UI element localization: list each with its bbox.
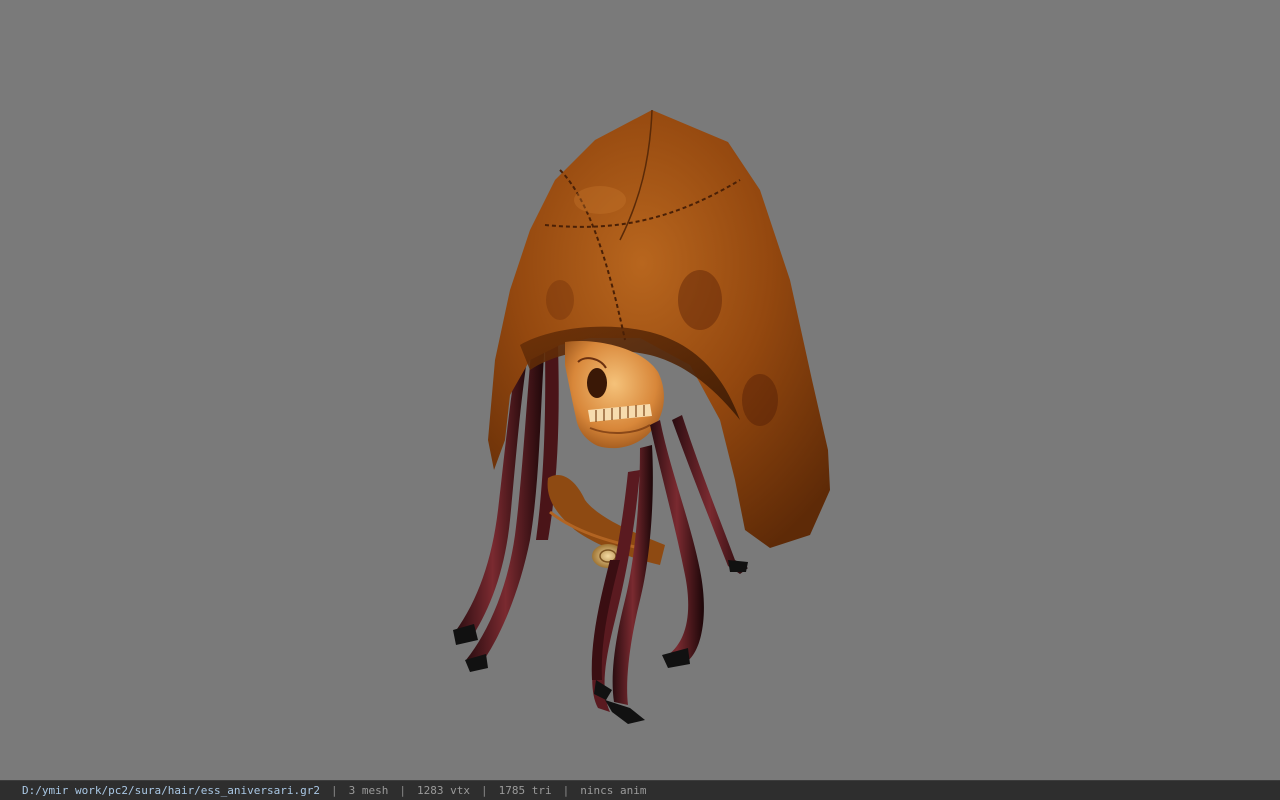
vertex-count: 1283 vtx [417,784,470,797]
animation-status: nincs anim [580,784,647,797]
separator: | [481,784,488,797]
separator: | [331,784,338,797]
separator: | [399,784,407,797]
file-path: D:/ymir work/pc2/sura/hair/ess_aniversar… [22,784,321,797]
hair-strands-right [591,415,748,724]
mesh-count: 3 mesh [348,784,389,797]
triangle-count: 1785 tri [498,784,552,797]
3d-viewport[interactable] [0,0,1280,780]
hooded-skull-model [453,109,830,724]
skull [565,340,664,449]
status-bar: D:/ymir work/pc2/sura/hair/ess_aniversar… [0,780,1280,800]
hood [488,110,830,548]
separator: | [562,784,570,797]
